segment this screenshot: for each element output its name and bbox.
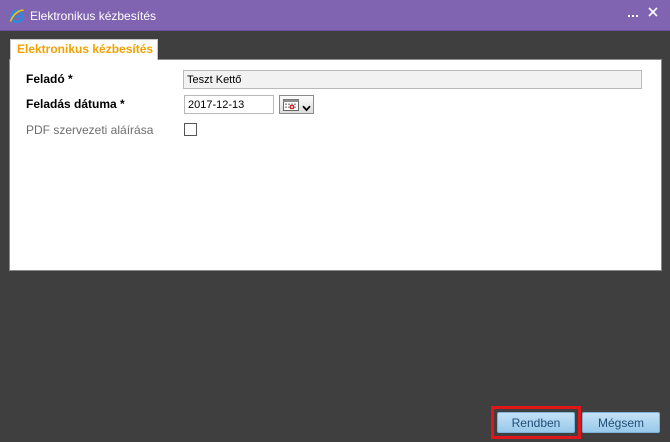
sender-input[interactable]: [183, 70, 642, 89]
sender-label: Feladó *: [26, 72, 73, 86]
ok-button[interactable]: Rendben: [497, 412, 575, 433]
pdf-signature-label: PDF szervezeti aláírása: [26, 123, 154, 137]
window-title: Elektronikus kézbesítés: [30, 9, 157, 23]
chevron-down-icon: [302, 101, 311, 115]
tab-elektronikus-kezbesites[interactable]: Elektronikus kézbesítés: [10, 39, 158, 60]
pdf-signature-checkbox[interactable]: [184, 123, 197, 136]
window-titlebar: Elektronikus kézbesítés: [0, 0, 670, 31]
close-icon[interactable]: [644, 6, 662, 24]
calendar-icon: [283, 99, 299, 114]
ie-icon: [9, 8, 25, 24]
form-panel: [9, 59, 662, 271]
cancel-button[interactable]: Mégsem: [582, 412, 660, 433]
date-picker-button[interactable]: [279, 95, 314, 114]
date-label: Feladás dátuma *: [26, 97, 125, 111]
window-menu-icon[interactable]: [624, 6, 642, 24]
date-input[interactable]: [184, 95, 274, 114]
